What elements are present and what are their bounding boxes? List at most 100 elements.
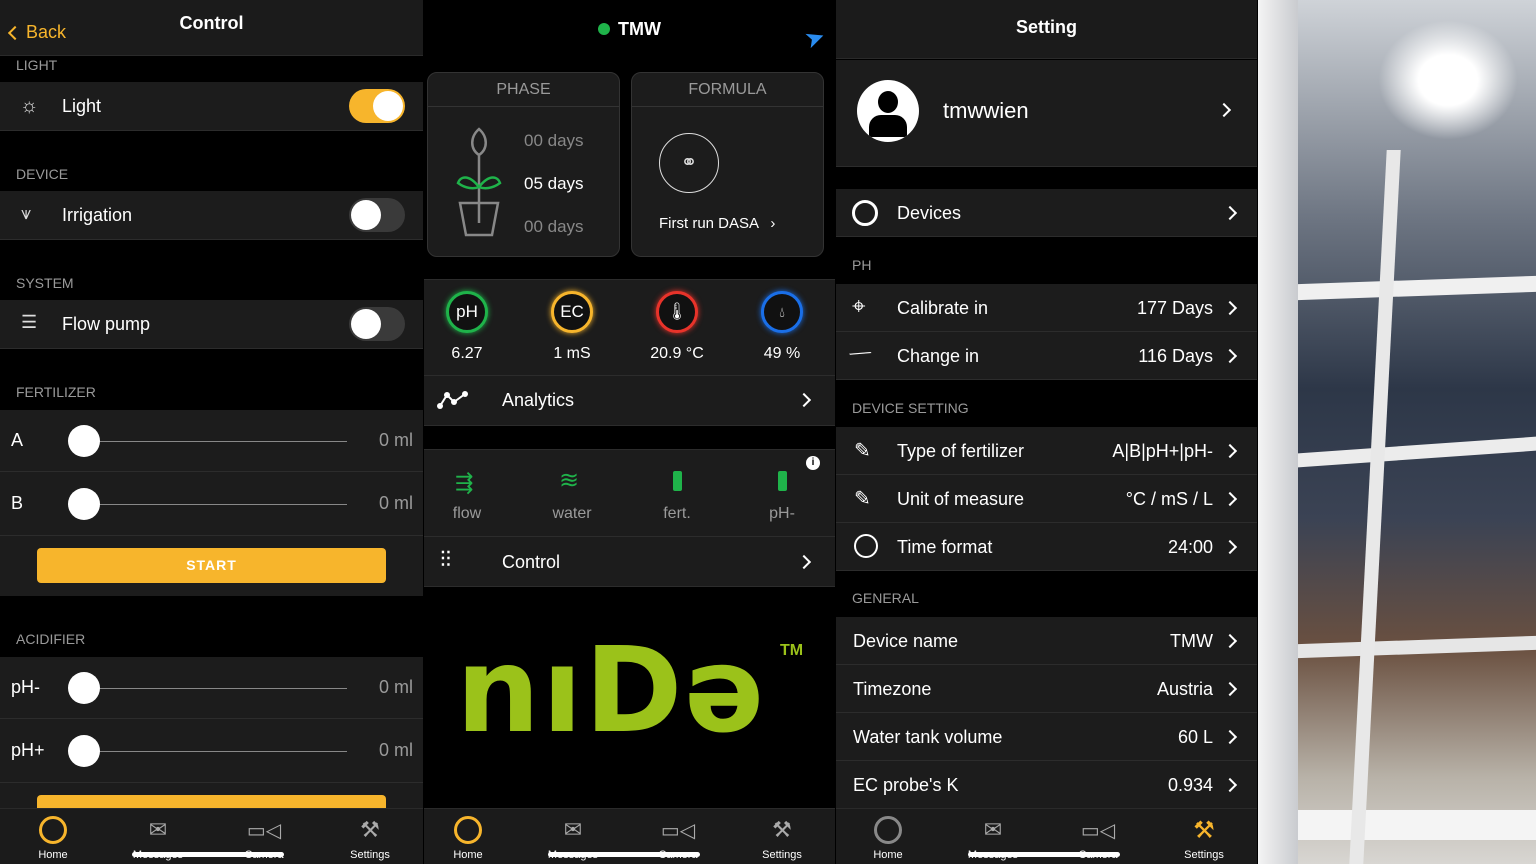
ec-probe-value: 0.934 — [1167, 775, 1213, 795]
phase-days-1: 00 days — [524, 131, 584, 150]
section-light: LIGHT — [16, 57, 58, 73]
fertilizer-start-button[interactable]: START — [37, 548, 386, 583]
acidifier-plus-label: pH+ — [11, 740, 45, 760]
fertilizer-a-slider[interactable] — [84, 441, 347, 442]
light-row: ☼ Light — [0, 82, 423, 131]
thermometer-icon: 🌡︎ — [656, 291, 698, 333]
acidifier-plus-slider[interactable] — [84, 751, 347, 752]
chevron-right-icon — [1222, 729, 1238, 745]
tank-volume-label: Water tank volume — [853, 727, 1003, 747]
clock-icon — [854, 534, 878, 558]
ph-bottle-icon — [778, 471, 787, 491]
control-row[interactable]: ⫶⫶ Control — [424, 537, 835, 587]
sensor-humidity[interactable]: 💧︎ 49 % — [747, 291, 817, 363]
analytics-label: Analytics — [502, 390, 575, 410]
irrigation-row: ⩛ Irrigation — [0, 191, 423, 240]
device-name-row[interactable]: Device name TMW — [836, 617, 1257, 665]
tower-rail — [1298, 436, 1536, 468]
section-device: DEVICE — [16, 166, 69, 182]
sensor-temperature[interactable]: 🌡︎ 20.9 °C — [642, 291, 712, 363]
ec-probe-row[interactable]: EC probe's K 0.934 — [836, 761, 1257, 809]
fertilizer-b-slider[interactable] — [84, 504, 347, 505]
grow-light — [1378, 20, 1518, 140]
irrigation-toggle[interactable] — [349, 198, 405, 232]
unit-value: °C / mS / L — [1125, 489, 1213, 509]
temperature-value: 20.9 °C — [650, 345, 704, 362]
tower-frame — [1258, 0, 1298, 864]
tab-label: Settings — [350, 849, 390, 861]
tab-label: Home — [873, 849, 903, 861]
slider-handle[interactable] — [68, 735, 100, 767]
control-header: Back Control — [0, 0, 423, 56]
calibrate-label: Calibrate in — [897, 298, 989, 318]
water-icon: ≋ — [559, 467, 580, 494]
flow-icon: ⇶ — [455, 470, 474, 495]
tab-home[interactable]: Home — [838, 815, 938, 861]
acidifier-minus-value: 0 ml — [378, 677, 413, 697]
slider-handle[interactable] — [68, 488, 100, 520]
chevron-right-icon — [1222, 539, 1238, 555]
devices-label: Devices — [897, 203, 962, 223]
section-acidifier: ACIDIFIER — [16, 631, 86, 647]
lines-icon: ☰ — [21, 312, 38, 332]
unit-row[interactable]: ✎ Unit of measure °C / mS / L — [836, 475, 1257, 523]
tab-bar: Home ✉Messages ▭◁Camera ⚒Settings — [0, 808, 423, 864]
profile-row[interactable]: tmwwien — [836, 60, 1257, 167]
fertilizer-type-label: Type of fertilizer — [897, 441, 1025, 461]
devices-row[interactable]: Devices — [836, 189, 1257, 237]
chevron-right-icon — [796, 392, 812, 408]
settings-header: Setting — [836, 0, 1257, 59]
tab-settings[interactable]: ⚒ Settings — [732, 815, 832, 861]
avatar — [857, 80, 919, 142]
phase-days-2: 05 days — [524, 174, 584, 193]
tab-home[interactable]: Home — [424, 815, 518, 861]
home-icon — [3, 815, 103, 845]
fert-bottle-icon — [673, 471, 682, 491]
phase-title: PHASE — [428, 73, 619, 107]
analytics-row[interactable]: Analytics — [424, 376, 835, 426]
tab-settings[interactable]: ⚒ Settings — [320, 815, 420, 861]
info-icon[interactable]: i — [806, 456, 820, 470]
fertilizer-a-value: 0 ml — [378, 430, 413, 450]
sensor-ec[interactable]: EC 1 mS — [537, 291, 607, 363]
timezone-row[interactable]: Timezone Austria — [836, 665, 1257, 713]
fertilizer-a-row: A 0 ml — [0, 410, 423, 472]
tower-post — [1349, 150, 1401, 864]
humidity-value: 49 % — [763, 345, 801, 362]
page-title: Setting — [1016, 17, 1077, 37]
time-format-row[interactable]: Time format 24:00 — [836, 523, 1257, 571]
formula-card[interactable]: FORMULA ⚭ First run DASA › — [631, 72, 824, 257]
flow-pump-toggle[interactable] — [349, 307, 405, 341]
ec-icon: EC — [551, 291, 593, 333]
chevron-right-icon — [1216, 102, 1232, 118]
irrigation-label: Irrigation — [62, 205, 133, 225]
video-icon: ▭◁ — [246, 819, 282, 842]
slider-handle[interactable] — [68, 425, 100, 457]
formula-icon: ⚭ — [659, 133, 719, 193]
acidifier-block: pH- 0 ml pH+ 0 ml — [0, 657, 423, 830]
phase-card[interactable]: PHASE 00 days 05 days 00 days — [427, 72, 620, 257]
sprinkler-icon: ⩛ — [21, 203, 32, 223]
sensor-ph[interactable]: pH 6.27 — [432, 291, 502, 363]
change-label: Change in — [897, 346, 980, 366]
light-toggle[interactable] — [349, 89, 405, 123]
fertilizer-type-row[interactable]: ✎ Type of fertilizer A|B|pH+|pH- — [836, 427, 1257, 475]
calibrate-row[interactable]: ⌖ Calibrate in 177 Days — [836, 284, 1257, 332]
tab-home[interactable]: Home — [3, 815, 103, 861]
tab-settings[interactable]: ⚒ Settings — [1154, 815, 1254, 862]
tab-label: Settings — [1184, 849, 1224, 861]
light-label: Light — [62, 96, 102, 116]
flow-pump-row: ☰ Flow pump — [0, 300, 423, 349]
chevron-right-icon — [1222, 491, 1238, 507]
tank-volume-row[interactable]: Water tank volume 60 L — [836, 713, 1257, 761]
slider-handle[interactable] — [68, 672, 100, 704]
home-indicator — [548, 852, 700, 857]
acidifier-minus-slider[interactable] — [84, 688, 347, 689]
chevron-right-icon — [1222, 633, 1238, 649]
grow-tower-photo — [1258, 0, 1536, 864]
change-row[interactable]: ⟋ Change in 116 Days — [836, 332, 1257, 380]
formula-name: First run DASA › — [659, 215, 775, 232]
devices-icon — [852, 200, 878, 226]
unit-label: Unit of measure — [897, 489, 1025, 509]
section-fertilizer: FERTILIZER — [16, 384, 96, 400]
